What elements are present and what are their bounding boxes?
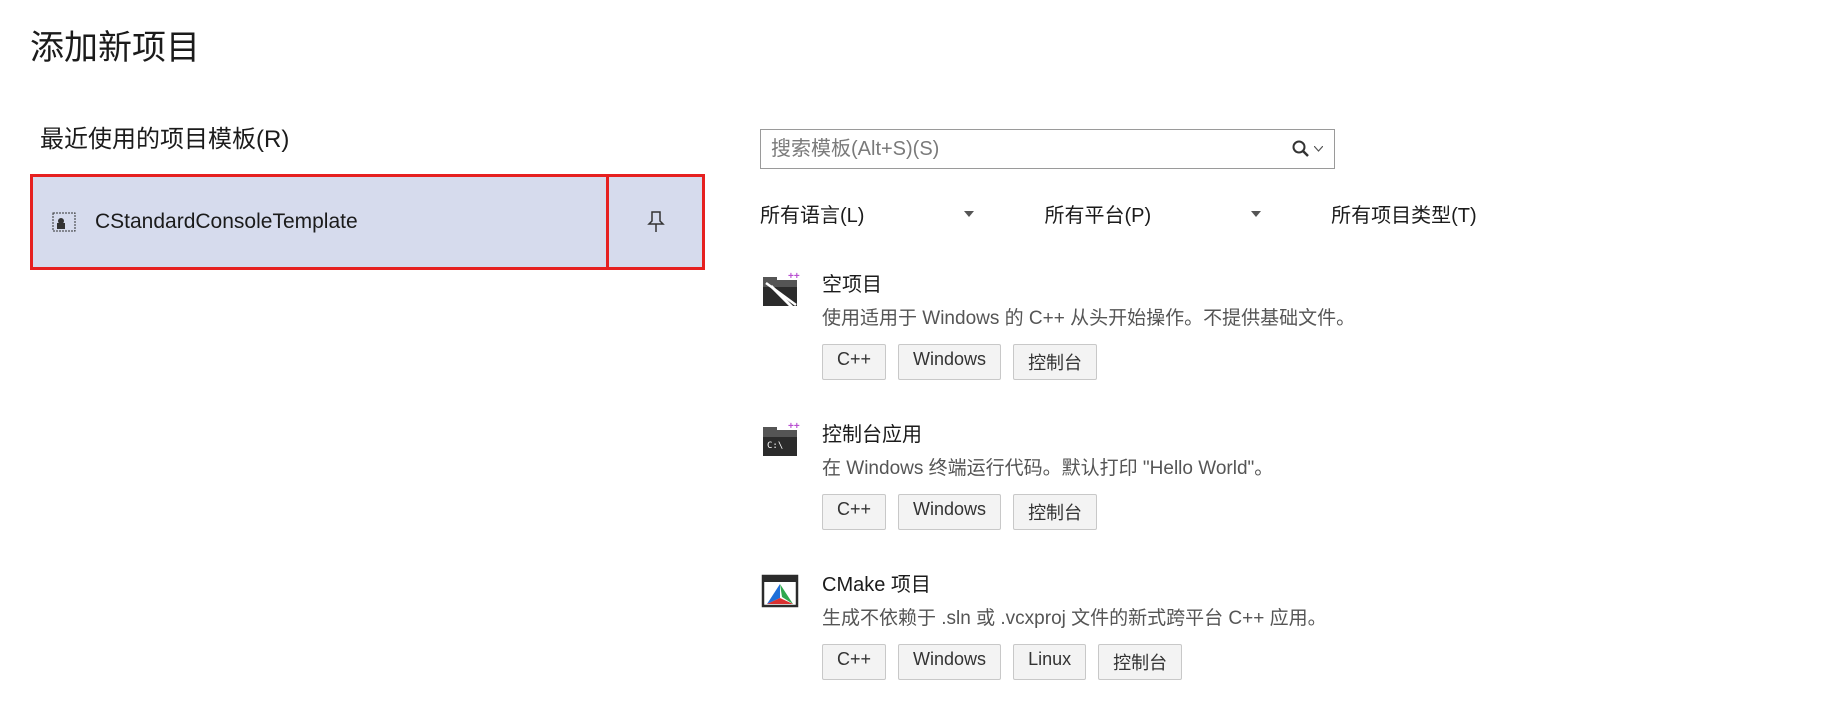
console-app-icon: ++ C:\ (760, 420, 802, 462)
search-box (760, 129, 1335, 169)
chevron-down-icon (964, 211, 974, 217)
console-template-icon (51, 209, 77, 235)
template-tag: Windows (898, 644, 1001, 680)
template-tag: C++ (822, 644, 886, 680)
recent-template-row: CStandardConsoleTemplate (30, 174, 705, 270)
template-tag: C++ (822, 344, 886, 380)
template-item-empty-project[interactable]: ++ 空项目 使用适用于 Windows 的 C++ 从头开始操作。不提供基础文… (760, 268, 1816, 380)
template-description: 生成不依赖于 .sln 或 .vcxproj 文件的新式跨平台 C++ 应用。 (822, 603, 1816, 630)
project-type-filter-label: 所有项目类型(T) (1331, 205, 1477, 227)
svg-text:C:\: C:\ (767, 441, 783, 451)
template-title: CMake 项目 (822, 568, 1816, 597)
language-filter-dropdown[interactable]: 所有语言(L) (760, 199, 974, 228)
template-tag: C++ (822, 494, 886, 530)
project-type-filter-dropdown[interactable]: 所有项目类型(T) (1331, 199, 1477, 228)
template-tag: Windows (898, 494, 1001, 530)
recent-template-name: CStandardConsoleTemplate (95, 210, 358, 234)
template-tag: 控制台 (1013, 494, 1097, 530)
search-input[interactable] (771, 138, 1290, 161)
platform-filter-dropdown[interactable]: 所有平台(P) (1044, 199, 1261, 228)
platform-filter-label: 所有平台(P) (1044, 199, 1151, 228)
template-tag: 控制台 (1013, 344, 1097, 380)
template-description: 使用适用于 Windows 的 C++ 从头开始操作。不提供基础文件。 (822, 303, 1816, 330)
chevron-down-icon (1314, 146, 1323, 152)
template-description: 在 Windows 终端运行代码。默认打印 "Hello World"。 (822, 453, 1816, 480)
pin-icon (647, 211, 665, 233)
recent-templates-heading: 最近使用的项目模板(R) (40, 119, 720, 154)
recent-template-item[interactable]: CStandardConsoleTemplate (33, 177, 606, 267)
empty-project-icon: ++ (760, 270, 802, 312)
template-title: 控制台应用 (822, 418, 1816, 447)
template-tag: Windows (898, 344, 1001, 380)
pin-button[interactable] (606, 177, 702, 267)
template-tag: 控制台 (1098, 644, 1182, 680)
search-button[interactable] (1290, 134, 1324, 164)
language-filter-label: 所有语言(L) (760, 199, 864, 228)
template-title: 空项目 (822, 268, 1816, 297)
cmake-icon (760, 570, 802, 612)
page-title: 添加新项目 (30, 20, 1816, 69)
template-item-cmake[interactable]: CMake 项目 生成不依赖于 .sln 或 .vcxproj 文件的新式跨平台… (760, 568, 1816, 680)
template-list: ++ 空项目 使用适用于 Windows 的 C++ 从头开始操作。不提供基础文… (760, 268, 1816, 680)
svg-text:++: ++ (788, 421, 800, 432)
template-item-console-app[interactable]: ++ C:\ 控制台应用 在 Windows 终端运行代码。默认打印 "Hell… (760, 418, 1816, 530)
svg-text:++: ++ (788, 271, 800, 282)
search-icon (1291, 139, 1311, 159)
chevron-down-icon (1251, 211, 1261, 217)
template-tag: Linux (1013, 644, 1086, 680)
